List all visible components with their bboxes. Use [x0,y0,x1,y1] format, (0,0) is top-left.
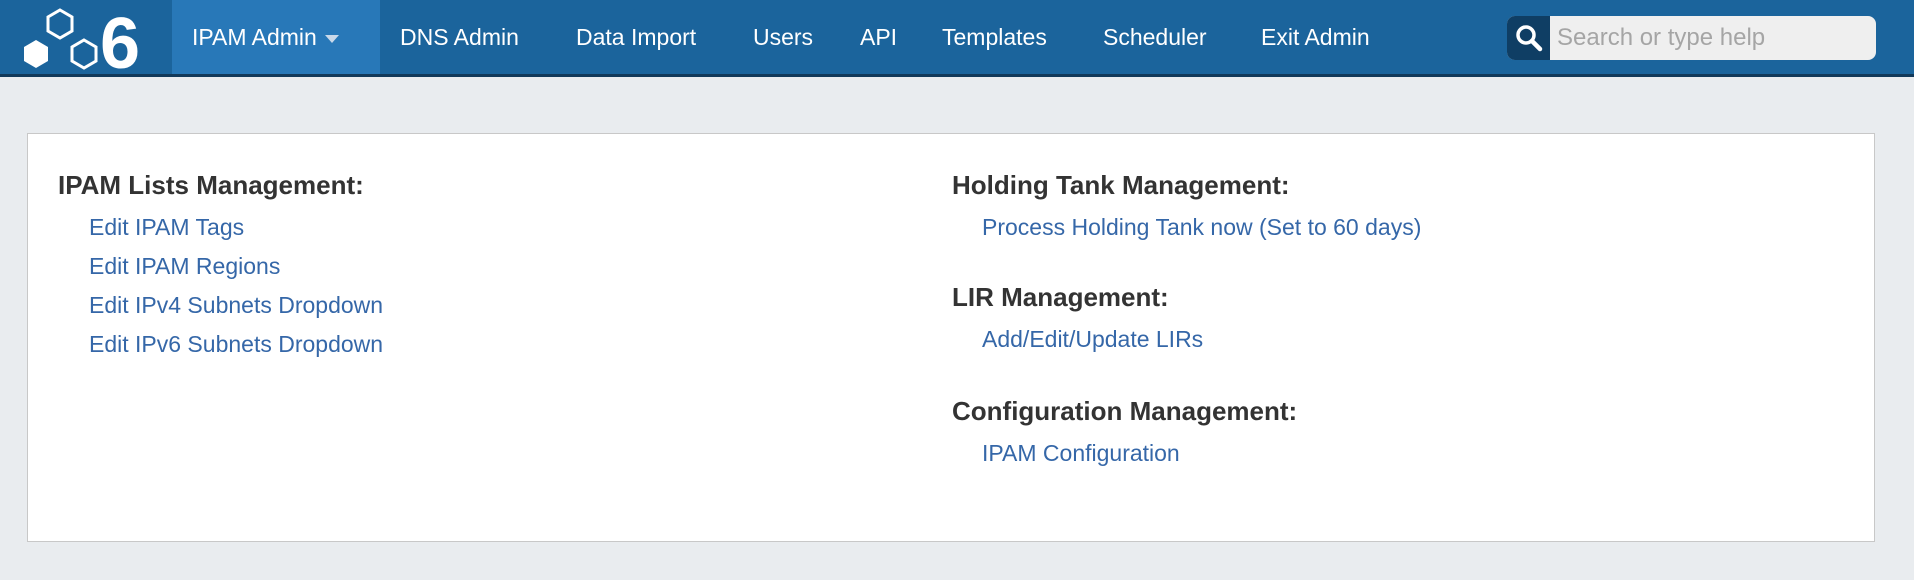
link-lirs[interactable]: Add/Edit/Update LIRs [982,326,1203,353]
search-box [1507,16,1876,60]
admin-panel: IPAM Lists Management: Edit IPAM Tags Ed… [27,133,1875,542]
search-input[interactable] [1557,16,1867,60]
caret-down-icon [325,35,339,43]
logo-icon[interactable]: 6 [20,4,160,74]
nav-data-import[interactable]: Data Import [556,0,716,74]
link-edit-ipam-regions[interactable]: Edit IPAM Regions [89,253,280,280]
nav-api[interactable]: API [840,0,917,74]
section-title-configuration: Configuration Management: [952,396,1297,427]
link-edit-ipam-tags[interactable]: Edit IPAM Tags [89,214,244,241]
link-process-holding-tank[interactable]: Process Holding Tank now (Set to 60 days… [982,214,1421,241]
nav-dns-admin[interactable]: DNS Admin [380,0,539,74]
search-button[interactable] [1507,16,1550,60]
search-icon [1507,16,1550,60]
svg-text:6: 6 [100,4,140,74]
nav-templates[interactable]: Templates [922,0,1067,74]
link-ipam-configuration[interactable]: IPAM Configuration [982,440,1180,467]
link-edit-ipv6-subnets[interactable]: Edit IPv6 Subnets Dropdown [89,331,383,358]
nav-users[interactable]: Users [733,0,833,74]
link-edit-ipv4-subnets[interactable]: Edit IPv4 Subnets Dropdown [89,292,383,319]
section-title-holding-tank: Holding Tank Management: [952,170,1290,201]
nav-scheduler[interactable]: Scheduler [1083,0,1227,74]
nav-exit-admin[interactable]: Exit Admin [1241,0,1390,74]
nav-label: IPAM Admin [192,24,317,50]
section-title-lir: LIR Management: [952,282,1169,313]
nav-ipam-admin[interactable]: IPAM Admin [172,0,380,74]
top-navbar: 6 IPAM Admin DNS Admin Data Import Users… [0,0,1914,77]
section-title-ipam-lists: IPAM Lists Management: [58,170,364,201]
